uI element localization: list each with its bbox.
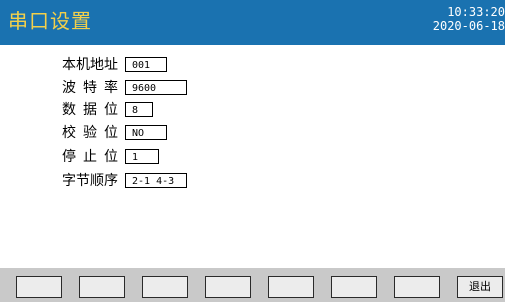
- parity-field[interactable]: NO: [125, 125, 167, 140]
- softkey-bar: 退出: [0, 268, 505, 302]
- exit-button[interactable]: 退出: [457, 276, 503, 298]
- baud-rate-field[interactable]: 9600: [125, 80, 187, 95]
- softkey-1[interactable]: [16, 276, 62, 298]
- clock-time: 10:33:20: [447, 5, 505, 19]
- clock-date: 2020-06-18: [432, 19, 505, 33]
- setting-row-stop-bits: 停止位 1: [0, 147, 505, 169]
- softkey-6[interactable]: [331, 276, 377, 298]
- softkey-5[interactable]: [268, 276, 314, 298]
- address-label: 本机地址: [62, 57, 118, 73]
- serial-settings-screen: 串口设置 10:33:20 2020-06-18 本机地址 001 波特率 96…: [0, 0, 505, 302]
- softkey-4[interactable]: [205, 276, 251, 298]
- softkey-3[interactable]: [142, 276, 188, 298]
- header-bar: 串口设置 10:33:20 2020-06-18: [0, 0, 505, 45]
- stop-bits-field[interactable]: 1: [125, 149, 159, 164]
- setting-row-parity: 校验位 NO: [0, 123, 505, 145]
- softkey-2[interactable]: [79, 276, 125, 298]
- setting-row-address: 本机地址 001: [0, 55, 505, 77]
- data-bits-field[interactable]: 8: [125, 102, 153, 117]
- byte-order-label: 字节顺序: [62, 173, 118, 189]
- setting-row-data-bits: 数据位 8: [0, 100, 505, 122]
- byte-order-field[interactable]: 2-1 4-3: [125, 173, 187, 188]
- baud-rate-label: 波特率: [62, 80, 118, 96]
- address-field[interactable]: 001: [125, 57, 167, 72]
- parity-label: 校验位: [62, 125, 118, 141]
- setting-row-byte-order: 字节顺序 2-1 4-3: [0, 171, 505, 193]
- softkey-7[interactable]: [394, 276, 440, 298]
- clock: 10:33:20 2020-06-18: [395, 5, 505, 33]
- data-bits-label: 数据位: [62, 102, 118, 118]
- stop-bits-label: 停止位: [62, 149, 118, 165]
- page-title: 串口设置: [8, 9, 92, 33]
- setting-row-baud-rate: 波特率 9600: [0, 78, 505, 100]
